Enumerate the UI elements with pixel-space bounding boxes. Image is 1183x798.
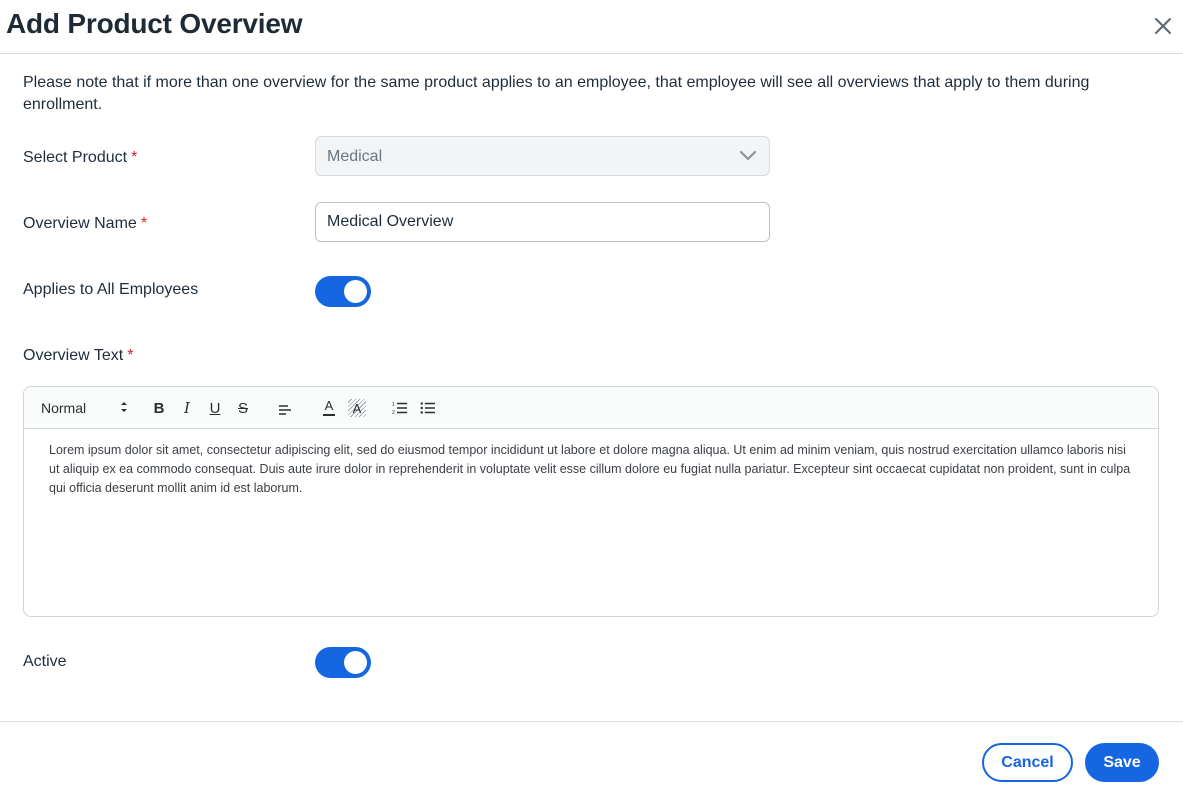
strikethrough-icon[interactable]: S bbox=[234, 397, 252, 419]
background-color-letter: A bbox=[352, 400, 362, 416]
text-color-icon[interactable]: A bbox=[320, 397, 338, 419]
product-select-value: Medical bbox=[327, 148, 383, 165]
overview-name-label-text: Overview Name bbox=[23, 215, 137, 232]
text-color-bar bbox=[323, 414, 335, 416]
overview-name-input[interactable] bbox=[315, 202, 770, 242]
save-button[interactable]: Save bbox=[1085, 743, 1159, 782]
bold-icon[interactable]: B bbox=[150, 397, 168, 419]
svg-text:2: 2 bbox=[392, 410, 395, 415]
footer-divider bbox=[0, 721, 1183, 722]
dialog-header: Add Product Overview bbox=[0, 0, 1183, 54]
select-product-label-text: Select Product bbox=[23, 149, 128, 166]
align-icon[interactable] bbox=[276, 397, 294, 419]
text-style-select[interactable]: Normal bbox=[41, 397, 129, 419]
required-marker: * bbox=[127, 347, 134, 364]
chevron-down-icon bbox=[739, 149, 757, 163]
required-marker: * bbox=[131, 149, 138, 166]
overview-name-label: Overview Name * bbox=[23, 215, 147, 233]
cancel-button[interactable]: Cancel bbox=[982, 743, 1073, 782]
background-color-icon[interactable]: A bbox=[348, 399, 366, 417]
toggle-knob bbox=[344, 651, 367, 674]
toggle-knob bbox=[344, 280, 367, 303]
overview-text-label: Overview Text * bbox=[23, 347, 133, 365]
updown-icon bbox=[119, 400, 129, 417]
underline-icon[interactable]: U bbox=[206, 397, 224, 419]
select-product-label: Select Product * bbox=[23, 149, 137, 167]
bullet-list-icon[interactable] bbox=[419, 397, 437, 419]
required-marker: * bbox=[140, 215, 148, 232]
overview-text-label-text: Overview Text bbox=[23, 347, 124, 364]
text-style-value: Normal bbox=[41, 400, 87, 416]
product-select[interactable]: Medical bbox=[315, 136, 770, 176]
enrollment-note: Please note that if more than one overvi… bbox=[23, 74, 1090, 113]
applies-all-toggle[interactable] bbox=[315, 276, 371, 307]
active-toggle[interactable] bbox=[315, 647, 371, 678]
editor-toolbar: Normal B I U S A A 12 bbox=[24, 387, 1158, 429]
editor-content[interactable]: Lorem ipsum dolor sit amet, consectetur … bbox=[49, 441, 1139, 498]
text-color-letter: A bbox=[324, 398, 334, 413]
italic-icon[interactable]: I bbox=[178, 397, 196, 419]
active-label: Active bbox=[23, 653, 67, 670]
dialog-title: Add Product Overview bbox=[6, 8, 303, 39]
svg-text:1: 1 bbox=[392, 402, 395, 408]
close-icon[interactable] bbox=[1151, 14, 1175, 38]
ordered-list-icon[interactable]: 12 bbox=[391, 397, 409, 419]
applies-all-label: Applies to All Employees bbox=[23, 281, 199, 298]
rich-text-editor: Normal B I U S A A 12 Lorem ipsum dolor … bbox=[23, 386, 1159, 617]
